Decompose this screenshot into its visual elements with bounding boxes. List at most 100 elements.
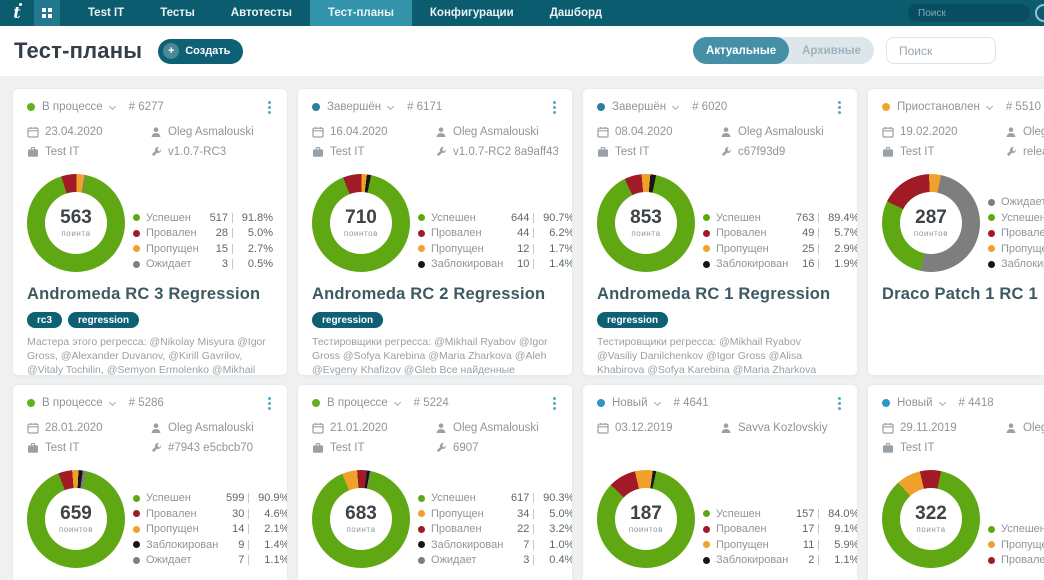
kebab-menu-icon[interactable] xyxy=(836,99,843,116)
nav-tab-автотесты[interactable]: Автотесты xyxy=(213,0,310,26)
kebab-menu-icon[interactable] xyxy=(266,99,273,116)
legend-divider xyxy=(533,555,534,565)
status-label: В процессе xyxy=(42,397,103,409)
legend-dot-icon xyxy=(988,245,995,252)
test-plan-card[interactable]: Завершён# 617116.04.2020Oleg AsmalouskiT… xyxy=(297,88,573,376)
chart-row: 322поинтаУспешенПропущенПровален xyxy=(882,468,1044,568)
legend-value: 157 xyxy=(788,508,814,520)
legend-value: 16 xyxy=(788,258,814,270)
nav-tab-конфигурации[interactable]: Конфигурации xyxy=(412,0,532,26)
create-button[interactable]: + Создать xyxy=(158,39,243,64)
card-meta: 29.11.2019Oleg AsmalouskiTest IT xyxy=(882,418,1044,458)
tag-pill[interactable]: regression xyxy=(312,312,383,328)
calendar-icon xyxy=(597,422,609,434)
legend-value: 11 xyxy=(788,539,814,551)
plan-title[interactable]: Draco Patch 1 RC 1 xyxy=(882,285,1044,304)
plan-description: Тестировщики регресса: @Mikhail Ryabov @… xyxy=(597,335,843,376)
status-selector[interactable]: В процессе xyxy=(27,101,115,113)
nav-tab-тест-планы[interactable]: Тест-планы xyxy=(310,0,412,26)
legend-label: Заблокирован xyxy=(716,554,788,566)
legend-label: Провален xyxy=(146,227,202,239)
legend-item: Успешен xyxy=(988,522,1044,538)
legend-item: Ожидает xyxy=(988,195,1044,211)
kebab-menu-icon[interactable] xyxy=(266,395,273,412)
legend-label: Провален xyxy=(146,508,218,520)
app-logo[interactable]: t xyxy=(0,0,34,26)
plan-title[interactable]: Andromeda RC 3 Regression xyxy=(27,285,273,304)
card-meta: 23.04.2020Oleg AsmalouskiTest ITv1.0.7-R… xyxy=(27,122,273,162)
test-plan-card[interactable]: Новый# 441829.11.2019Oleg AsmalouskiTest… xyxy=(867,384,1044,580)
test-plan-grid: В процессе# 6277 23.04.2020Oleg Asmalousk… xyxy=(0,76,1044,580)
briefcase-icon xyxy=(882,442,894,454)
legend-value: 10 xyxy=(503,258,529,270)
legend-value: 517 xyxy=(202,212,228,224)
status-selector[interactable]: Новый xyxy=(882,397,945,409)
global-search-input[interactable] xyxy=(908,4,1030,22)
card-header: В процессе# 6277 xyxy=(27,99,273,115)
briefcase-icon xyxy=(27,146,39,158)
test-plan-card[interactable]: Новый# 464103.12.2019Savva Kozlovskiy187… xyxy=(582,384,858,580)
status-selector[interactable]: Новый xyxy=(597,397,660,409)
kebab-menu-icon[interactable] xyxy=(836,395,843,412)
tag-pill[interactable]: regression xyxy=(68,312,139,328)
status-selector[interactable]: В процессе xyxy=(27,397,115,409)
tag-pill[interactable]: rc3 xyxy=(27,312,62,328)
status-selector[interactable]: В процессе xyxy=(312,397,400,409)
status-label: В процессе xyxy=(42,101,103,113)
plan-id: # 5224 xyxy=(414,397,449,409)
legend-item: Успешен64490.7% xyxy=(418,210,573,226)
legend-dot-icon xyxy=(988,199,995,206)
legend-dot-icon xyxy=(988,230,995,237)
test-plan-card[interactable]: Завершён# 602008.04.2020Oleg AsmalouskiT… xyxy=(582,88,858,376)
status-dot-icon xyxy=(882,399,890,407)
apps-grid-icon[interactable] xyxy=(34,0,60,26)
tag-pill[interactable]: regression xyxy=(597,312,668,328)
test-plan-card[interactable]: В процессе# 522421.01.2020Oleg Asmalousk… xyxy=(297,384,573,580)
plan-title[interactable]: Andromeda RC 1 Regression xyxy=(597,285,843,304)
legend-percent: 4.6% xyxy=(253,508,288,520)
legend-dot-icon xyxy=(988,214,995,221)
test-plan-card[interactable]: Приостановлен# 551019.02.2020Oleg Asmalo… xyxy=(867,88,1044,376)
user-avatar[interactable] xyxy=(1035,4,1044,22)
status-dot-icon xyxy=(27,103,35,111)
legend-value: 22 xyxy=(503,523,529,535)
plan-title[interactable]: Andromeda RC 2 Regression xyxy=(312,285,558,304)
legend-item: Пропущен252.9% xyxy=(703,241,858,257)
legend-value: 12 xyxy=(503,243,529,255)
status-selector[interactable]: Приостановлен xyxy=(882,101,992,113)
chevron-down-icon xyxy=(394,398,401,405)
nav-tab-тесты[interactable]: Тесты xyxy=(142,0,213,26)
legend-item: Провален xyxy=(988,226,1044,242)
status-selector[interactable]: Завершён xyxy=(597,101,678,113)
legend-divider xyxy=(533,540,534,550)
legend-percent: 5.0% xyxy=(538,508,573,520)
plan-search-input[interactable] xyxy=(886,37,996,64)
kebab-menu-icon[interactable] xyxy=(551,395,558,412)
legend-percent: 1.1% xyxy=(823,554,858,566)
plan-version: 6907 xyxy=(435,442,558,454)
plan-version-text: c67f93d9 xyxy=(738,146,785,158)
legend-value: 644 xyxy=(503,212,529,224)
legend-label: Успешен xyxy=(716,508,788,520)
legend-divider xyxy=(232,259,233,269)
plan-version-text: release/v xyxy=(1023,146,1044,158)
legend-dot-icon xyxy=(703,230,710,237)
nav-tab-дашборд[interactable]: Дашборд xyxy=(532,0,620,26)
filter-actual-button[interactable]: Актуальные xyxy=(693,37,789,64)
plan-author: Oleg Asmalouski xyxy=(150,422,273,434)
test-plan-card[interactable]: В процессе# 6277 23.04.2020Oleg Asmalousk… xyxy=(12,88,288,376)
status-selector[interactable]: Завершён xyxy=(312,101,393,113)
filter-archive-button[interactable]: Архивные xyxy=(789,37,874,64)
legend-label: Пропущен xyxy=(146,523,218,535)
calendar-icon xyxy=(312,422,324,434)
legend-dot-icon xyxy=(418,261,425,268)
test-plan-card[interactable]: В процессе# 528628.01.2020Oleg Asmalousk… xyxy=(12,384,288,580)
plan-project-text: Test IT xyxy=(900,146,935,158)
nav-tab-test-it[interactable]: Test IT xyxy=(70,0,142,26)
status-label: Завершён xyxy=(327,101,381,113)
kebab-menu-icon[interactable] xyxy=(551,99,558,116)
donut-chart: 710поинтов xyxy=(312,174,410,272)
legend-label: Пропущен xyxy=(1001,539,1044,551)
plan-author-text: Oleg Asmalouski xyxy=(168,126,254,138)
plan-author: Oleg Asmalouski xyxy=(150,126,273,138)
